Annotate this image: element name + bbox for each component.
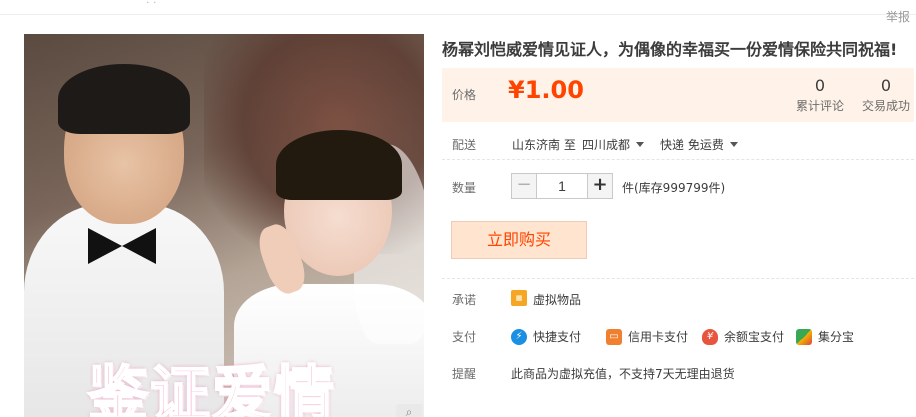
product-title: 杨幂刘恺威爱情见证人，为偶像的幸福买一份爱情保险共同祝福! [442,40,898,59]
top-edge-marks: · · [146,0,157,9]
top-divider [0,14,916,15]
magnifier-icon[interactable]: ⌕ [396,404,422,417]
quantity-increase-button[interactable]: + [587,173,613,199]
jifenbao-icon [796,328,812,345]
divider [442,159,914,160]
shipping-label: 配送 [452,138,477,152]
image-caption: 鉴证爱情 [87,359,336,417]
money-bag-icon: ¥ [702,328,718,345]
notice-text: 此商品为虚拟充值，不支持7天无理由退货 [511,367,735,381]
promise-label: 承诺 [452,293,477,307]
deals-count: 0 [880,76,892,95]
quantity-label: 数量 [452,181,477,195]
stock-text: 件(库存999799件) [622,181,726,195]
reviews-stat[interactable]: 0 累计评论 [790,76,850,114]
price-panel: 价格 ¥1.00 0 累计评论 0 交易成功 [442,68,914,122]
lightning-icon: ⚡ [511,328,527,345]
price-label: 价格 [452,88,477,102]
chevron-down-icon [636,142,645,147]
quantity-input[interactable] [536,173,588,199]
notice-label: 提醒 [452,367,477,381]
ship-method-select[interactable]: 快递 免运费 [660,136,738,153]
payment-label: 支付 [452,330,477,344]
chevron-down-icon [729,142,738,147]
pay-credit-card[interactable]: ▭ 信用卡支付 [606,328,688,345]
deals-label: 交易成功 [861,99,910,113]
report-link[interactable]: 举报 [886,8,910,25]
pay-quick[interactable]: ⚡ 快捷支付 [511,328,581,345]
ship-from: 山东济南 至 [512,138,576,152]
product-page: · · 举报 鉴证爱情 ⌕ 杨幂刘恺威爱情见证人，为偶像的幸福买一份爱情保险共同… [0,0,916,417]
product-image[interactable]: 鉴证爱情 [24,34,424,417]
deals-stat: 0 交易成功 [860,76,912,114]
pay-yuebao[interactable]: ¥ 余额宝支付 [702,328,784,345]
promise-item[interactable]: 虚拟物品 [533,291,581,308]
ship-to-select[interactable]: 四川成都 [582,136,645,153]
pay-jifenbao[interactable]: 集分宝 [796,328,854,345]
reviews-label: 累计评论 [795,99,844,113]
virtual-goods-icon: ▦ [511,290,527,306]
quantity-decrease-button[interactable]: − [511,173,537,199]
divider [442,278,914,279]
price-value: ¥1.00 [508,76,584,104]
reviews-count: 0 [814,76,826,95]
buy-now-button[interactable]: 立即购买 [451,221,587,259]
credit-card-icon: ▭ [606,328,622,345]
